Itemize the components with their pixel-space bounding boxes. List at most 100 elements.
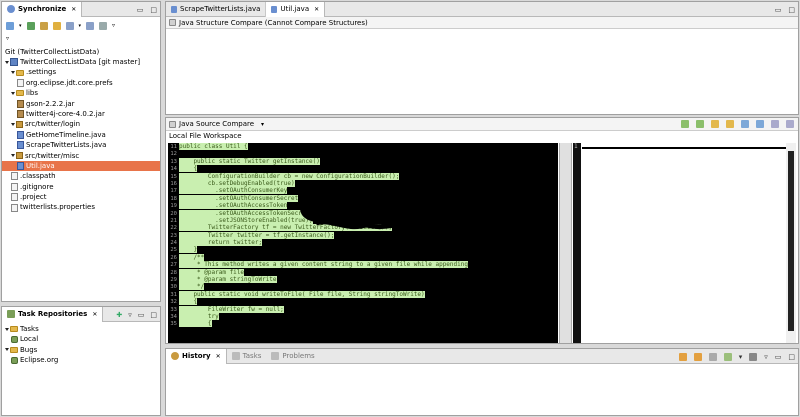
left-pane-label: Local File Workspace: [169, 132, 242, 140]
repository-item[interactable]: Local: [2, 334, 160, 344]
expand-toggle-icon[interactable]: [5, 327, 9, 331]
synchronize-tab[interactable]: Synchronize ✕: [2, 2, 83, 17]
dropdown-icon[interactable]: ▾: [739, 353, 743, 361]
minimize-icon[interactable]: ▭: [775, 353, 782, 361]
layout-icon[interactable]: [65, 21, 74, 30]
filter-icon[interactable]: [749, 352, 758, 361]
filter-icon[interactable]: ▿: [6, 35, 9, 42]
right-code-pane[interactable]: 1: [573, 143, 581, 343]
tree-item-label: .settings: [26, 68, 57, 77]
previous-difference-icon[interactable]: [756, 120, 764, 128]
tree-item[interactable]: twitter4j-core-4.0.2.jar: [2, 109, 160, 119]
maximize-icon[interactable]: □: [150, 6, 157, 14]
close-icon[interactable]: ✕: [71, 6, 76, 13]
repository-item-label: Local: [20, 335, 39, 344]
tab-history[interactable]: History ✕: [166, 349, 227, 364]
expand-toggle-icon[interactable]: [11, 123, 15, 127]
tree-item[interactable]: .classpath: [2, 171, 160, 181]
tree-item[interactable]: ScrapeTwitterLists.java: [2, 140, 160, 150]
expand-toggle-icon[interactable]: [11, 154, 15, 158]
copy-right-icon[interactable]: [726, 120, 734, 128]
text-file-icon: [11, 182, 18, 191]
pin-icon[interactable]: [708, 352, 717, 361]
copy-all-right-icon[interactable]: [696, 120, 704, 128]
tree-item[interactable]: src/twitter/login: [2, 119, 160, 129]
add-repository-icon[interactable]: ✚: [116, 311, 122, 319]
refresh-icon[interactable]: [678, 352, 687, 361]
tree-item[interactable]: libs: [2, 88, 160, 98]
jar-icon: [17, 110, 24, 119]
tree-item[interactable]: twitterlists.properties: [2, 202, 160, 212]
code-line: 30 */: [168, 283, 558, 291]
next-difference-icon[interactable]: [52, 21, 61, 30]
tree-item-label: .gitignore: [20, 182, 54, 191]
previous-change-icon[interactable]: [786, 120, 794, 128]
tree-item[interactable]: src/twitter/misc: [2, 151, 160, 161]
code-line: 24 return twitter;: [168, 239, 558, 247]
expand-icon[interactable]: [86, 21, 95, 30]
tree-item[interactable]: .gitignore: [2, 182, 160, 192]
tree-item[interactable]: Util.java: [2, 160, 160, 172]
close-icon[interactable]: ✕: [314, 6, 319, 13]
structure-compare-header: Java Structure Compare (Cannot Compare S…: [166, 17, 798, 29]
tab-scrape-twitter-lists[interactable]: ScrapeTwitterLists.java: [166, 2, 267, 17]
tree-item[interactable]: org.eclipse.jdt.core.prefs: [2, 78, 160, 88]
maximize-icon[interactable]: □: [150, 311, 157, 319]
repository-item[interactable]: Bugs: [2, 345, 160, 355]
refresh-icon[interactable]: [26, 21, 35, 30]
maximize-icon[interactable]: □: [788, 353, 795, 361]
tree-item-label: Util.java: [26, 161, 55, 170]
tree-item[interactable]: TwitterCollectListData [git master]: [2, 57, 160, 67]
close-icon[interactable]: ✕: [216, 353, 221, 360]
tree-item-label: GetHomeTimeline.java: [26, 130, 106, 139]
source-compare-header: Java Source Compare ▾: [166, 118, 798, 131]
tab-tasks[interactable]: Tasks: [227, 349, 267, 364]
expand-toggle-icon[interactable]: [11, 91, 15, 95]
link-icon[interactable]: [99, 21, 108, 30]
copy-left-icon[interactable]: [711, 120, 719, 128]
synchronize-action-icon[interactable]: [6, 21, 14, 30]
view-menu-icon[interactable]: ▿: [112, 22, 115, 29]
tree-item-label: gson-2.2.2.jar: [26, 99, 75, 108]
text-file-icon: [11, 193, 18, 202]
next-change-icon[interactable]: [771, 120, 779, 128]
tree-item[interactable]: .settings: [2, 67, 160, 77]
expand-toggle-icon[interactable]: [5, 348, 9, 352]
view-menu-icon[interactable]: ▿: [764, 353, 768, 361]
minimize-icon[interactable]: ▭: [775, 6, 782, 14]
tree-item[interactable]: .project: [2, 192, 160, 202]
link-with-editor-icon[interactable]: [693, 352, 702, 361]
collapse-all-icon[interactable]: [39, 21, 48, 30]
repository-item[interactable]: Eclipse.org: [2, 355, 160, 365]
compare-mode-icon[interactable]: [723, 352, 732, 361]
expand-toggle-icon[interactable]: [5, 60, 9, 64]
left-code-pane[interactable]: 11 public class Util {12 13 public static …: [168, 143, 558, 343]
dropdown-icon[interactable]: ▾: [79, 23, 82, 29]
tree-item[interactable]: GetHomeTimeline.java: [2, 130, 160, 140]
minimize-icon[interactable]: ▭: [137, 6, 144, 14]
tree-item[interactable]: gson-2.2.2.jar: [2, 99, 160, 109]
folder-icon: [16, 69, 24, 76]
minimize-icon[interactable]: ▭: [138, 311, 145, 319]
copy-all-left-icon[interactable]: [681, 120, 689, 128]
repository-item[interactable]: Tasks: [2, 324, 160, 334]
close-icon[interactable]: ✕: [92, 311, 97, 318]
code-text: .setJSONStoreEnabled(true);: [179, 216, 313, 224]
next-difference-icon[interactable]: [741, 120, 749, 128]
dropdown-icon[interactable]: ▾: [19, 23, 22, 29]
compare-toolbar: [681, 120, 794, 128]
task-repository-icon: [7, 310, 15, 318]
tab-util-java[interactable]: Util.java ✕: [266, 2, 326, 17]
view-menu-icon[interactable]: ▿: [128, 311, 132, 319]
right-editor-area[interactable]: [582, 143, 786, 343]
code-text: * @param file: [179, 268, 245, 276]
code-line: 25 }: [168, 246, 558, 254]
scrollbar-thumb[interactable]: [788, 151, 794, 331]
tab-problems[interactable]: Problems: [266, 349, 319, 364]
dropdown-icon[interactable]: ▾: [261, 121, 264, 128]
maximize-icon[interactable]: □: [788, 6, 795, 14]
code-text: /**: [179, 253, 205, 261]
expand-toggle-icon[interactable]: [11, 71, 15, 75]
folder-icon: [16, 90, 24, 97]
task-repositories-tab[interactable]: Task Repositories ✕: [2, 307, 104, 322]
